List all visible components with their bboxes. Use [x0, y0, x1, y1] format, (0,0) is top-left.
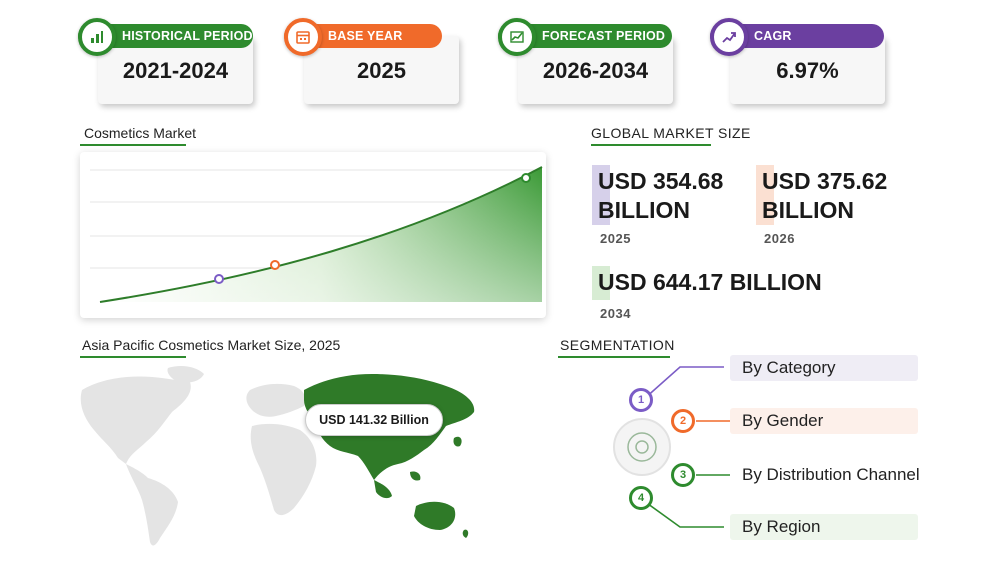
segment-by-category[interactable]: By Category: [730, 355, 918, 381]
connector-4: [643, 500, 724, 528]
market-growth-chart: [80, 152, 546, 318]
continent-south-america: [126, 464, 178, 546]
continent-europe: [246, 383, 306, 417]
stat-value: 2025: [357, 58, 406, 83]
region-southeast-asia: [374, 480, 392, 499]
segmentation-connectors: [613, 366, 730, 528]
stat-value: 6.97%: [776, 58, 839, 83]
region-island: [410, 471, 421, 481]
growth-icon: [710, 18, 748, 56]
market-size-title: GLOBAL MARKET SIZE: [591, 125, 751, 141]
market-size-year: 2034: [600, 306, 631, 321]
world-map-svg: [80, 366, 475, 546]
stat-forecast-period: FORECAST PERIOD 2026-2034: [498, 18, 678, 106]
stat-value: 2026-2034: [542, 58, 649, 83]
market-size-underline: [591, 144, 711, 146]
continent-north-america: [80, 376, 191, 464]
region-new-zealand: [462, 529, 469, 538]
calendar-icon: [284, 18, 322, 56]
world-map: [72, 360, 482, 550]
segment-by-region[interactable]: By Region: [730, 514, 918, 540]
market-size-2026: USD 375.62 BILLION 2026: [756, 165, 926, 250]
trend-chart-icon: [498, 18, 536, 56]
segment-number: 2: [671, 409, 695, 433]
segment-number: 3: [671, 463, 695, 487]
market-size-year: 2026: [764, 231, 795, 246]
segment-by-gender[interactable]: By Gender: [730, 408, 918, 434]
market-size-amount: USD 375.62 BILLION: [762, 168, 888, 223]
chart-title: Cosmetics Market: [84, 125, 197, 141]
segment-number: 1: [629, 388, 653, 412]
market-size-amount: USD 644.17 BILLION: [598, 269, 822, 295]
market-size-year: 2025: [600, 231, 631, 246]
marker-point: [521, 173, 531, 183]
region-australia: [414, 501, 456, 530]
region-value-label: USD 141.32 Billion: [305, 404, 443, 436]
segmentation-hub: [613, 418, 671, 476]
chart-title-underline: [80, 144, 186, 146]
region-japan: [453, 436, 462, 447]
market-size-amount: USD 354.68 BILLION: [598, 168, 724, 223]
bar-chart-icon: [78, 18, 116, 56]
stat-value: 2021-2024: [122, 58, 229, 83]
segment-by-distribution-channel[interactable]: By Distribution Channel: [730, 462, 940, 488]
marker-point: [270, 260, 280, 270]
connector-1: [643, 366, 724, 400]
region-title: Asia Pacific Cosmetics Market Size, 2025: [82, 337, 341, 353]
region-title-underline: [80, 356, 186, 358]
marker-point: [214, 274, 224, 284]
market-size-2025: USD 354.68 BILLION 2025: [592, 165, 762, 250]
chart-svg: [90, 166, 543, 303]
segmentation-title: SEGMENTATION: [560, 337, 675, 353]
stat-base-year: BASE YEAR 2025: [284, 18, 464, 106]
segment-number: 4: [629, 486, 653, 510]
growth-area-shade: [100, 167, 542, 302]
stat-cagr: CAGR 6.97%: [710, 18, 890, 106]
market-size-2034: USD 644.17 BILLION 2034: [592, 266, 892, 326]
continent-africa: [250, 423, 317, 516]
stat-historical-period: HISTORICAL PERIOD 2021-2024: [78, 18, 258, 106]
